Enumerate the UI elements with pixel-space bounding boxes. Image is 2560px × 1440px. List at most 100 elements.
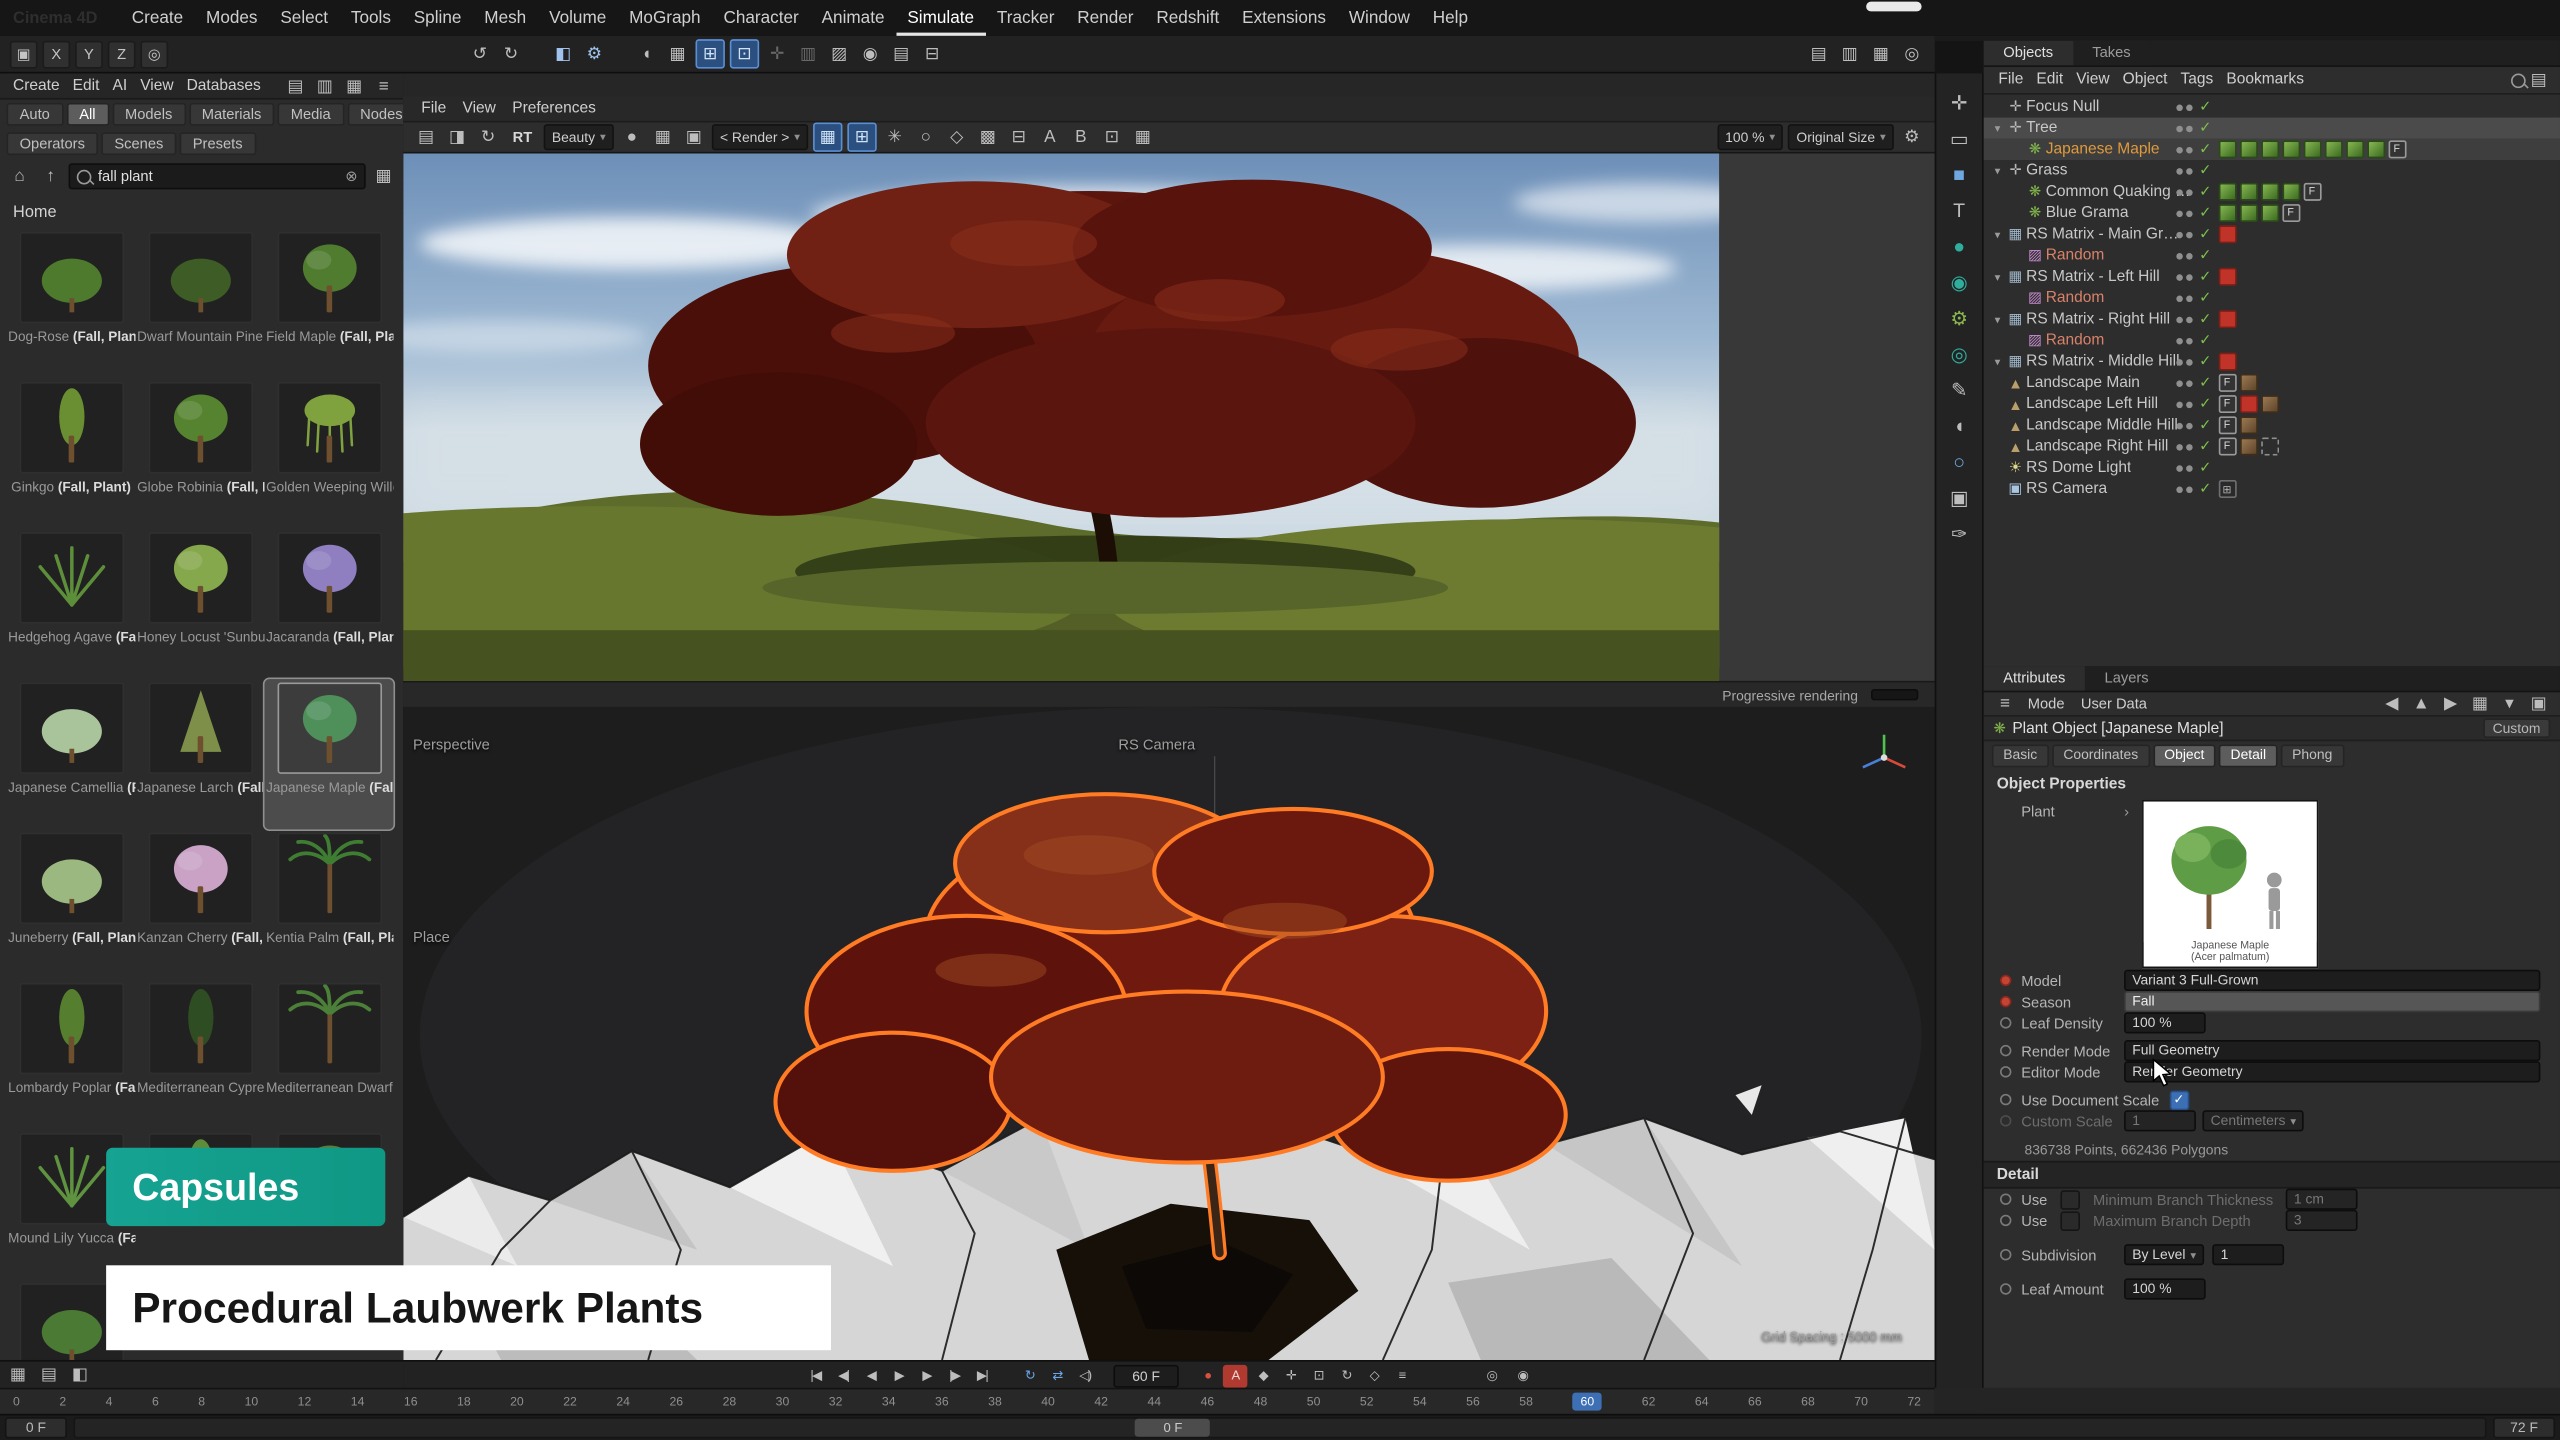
- render-visibility-dot[interactable]: [2186, 210, 2193, 217]
- timeline-tick[interactable]: 10: [245, 1394, 259, 1409]
- redshift-tag[interactable]: [2218, 353, 2236, 371]
- asset-tile-honey-locust-sunbur[interactable]: Honey Locust 'Sunbur...: [136, 529, 265, 679]
- objects-menu-bookmarks[interactable]: Bookmarks: [2220, 67, 2311, 93]
- editor-visibility-dot[interactable]: [2176, 167, 2183, 174]
- timeline-tick[interactable]: 48: [1254, 1394, 1268, 1409]
- material-chip[interactable]: [2260, 204, 2278, 222]
- objects-menu-view[interactable]: View: [2070, 67, 2116, 93]
- timeline-ruler[interactable]: 0246810121416182022242628303234363840424…: [0, 1388, 1935, 1414]
- beauty-dropdown[interactable]: Beauty▾: [544, 124, 614, 150]
- editor-visibility-dot[interactable]: [2176, 316, 2183, 323]
- assets-menu-ai[interactable]: AI: [106, 73, 134, 97]
- fit-icon[interactable]: ◇: [944, 124, 970, 150]
- globe-icon[interactable]: ◎: [1899, 41, 1925, 67]
- asset-tile-mediterranean-dwarf[interactable]: Mediterranean Dwarf ...: [264, 980, 393, 1130]
- material-chip[interactable]: [2345, 140, 2363, 158]
- leaf-density-field[interactable]: 100 %: [2124, 1012, 2206, 1033]
- sphere-icon[interactable]: ○: [1943, 446, 1976, 477]
- keyframe-dot[interactable]: [2000, 1215, 2011, 1226]
- menu-tracker[interactable]: Tracker: [986, 0, 1066, 36]
- half-icon[interactable]: ◧: [67, 1362, 93, 1388]
- denoise-icon[interactable]: ✳: [882, 124, 908, 150]
- timeline-tick[interactable]: 36: [935, 1394, 949, 1409]
- editor-visibility-dot[interactable]: [2176, 486, 2183, 493]
- goto-start-icon[interactable]: |◀: [803, 1364, 827, 1387]
- timeline-tick[interactable]: 34: [882, 1394, 896, 1409]
- timeline-tick[interactable]: 28: [723, 1394, 737, 1409]
- render-mode-dropdown[interactable]: Full Geometry: [2124, 1040, 2540, 1061]
- menu-window[interactable]: Window: [1337, 0, 1421, 36]
- collapse-icon[interactable]: ▾: [1990, 122, 2005, 135]
- menu-render[interactable]: Render: [1066, 0, 1145, 36]
- view-options-icon[interactable]: ▦: [371, 163, 397, 189]
- editor-visibility-dot[interactable]: [2176, 210, 2183, 217]
- asset-search-input[interactable]: [98, 168, 339, 184]
- render-visibility-dot[interactable]: [2186, 231, 2193, 238]
- cube-icon[interactable]: ■: [1943, 158, 1976, 189]
- render-visibility-dot[interactable]: [2186, 252, 2193, 259]
- render-dropdown[interactable]: < Render >▾: [712, 124, 808, 150]
- renderview-menu-view[interactable]: View: [454, 96, 504, 120]
- tab-takes[interactable]: Takes: [2073, 41, 2151, 65]
- timeline-tick[interactable]: 46: [1201, 1394, 1215, 1409]
- material-chip[interactable]: [2303, 140, 2321, 158]
- grid2-icon[interactable]: ▦: [1130, 124, 1156, 150]
- enabled-check-icon[interactable]: ✓: [2199, 162, 2211, 180]
- collider-icon[interactable]: ◎: [1943, 338, 1976, 369]
- asset-tile-juneberry[interactable]: Juneberry (Fall, Plant): [7, 829, 136, 979]
- menu-extensions[interactable]: Extensions: [1231, 0, 1338, 36]
- search-icon[interactable]: [2511, 73, 2526, 88]
- object-row-rs-camera[interactable]: ▣RS Camera✓⊞: [1984, 478, 2560, 499]
- material-chip[interactable]: [2282, 140, 2300, 158]
- asset-tile-globe-robinia[interactable]: Globe Robinia (Fall, Pl...: [136, 379, 265, 529]
- asset-tile-japanese-larch[interactable]: Japanese Larch (Fall, Pl...: [136, 679, 265, 829]
- editor-visibility-dot[interactable]: [2176, 252, 2183, 259]
- editor-visibility-dot[interactable]: [2176, 231, 2183, 238]
- object-row-random[interactable]: ▨Random✓: [1984, 330, 2560, 351]
- camera-tool-icon[interactable]: ▣: [1943, 482, 1976, 513]
- grid-icon[interactable]: ▦: [2467, 691, 2493, 717]
- menu-redshift[interactable]: Redshift: [1145, 0, 1231, 36]
- render-settings-icon[interactable]: ⚙: [581, 41, 607, 67]
- keyframe-dot[interactable]: [2000, 975, 2011, 986]
- object-row-focus-null[interactable]: ✛Focus Null✓: [1984, 96, 2560, 117]
- softbody-icon[interactable]: ⚙: [1943, 302, 1976, 333]
- grid-view-icon[interactable]: ▦: [341, 73, 367, 98]
- editor-visibility-dot[interactable]: [2176, 146, 2183, 153]
- assets-tab-auto[interactable]: Auto: [7, 103, 63, 126]
- object-row-grass[interactable]: ▾✛Grass✓: [1984, 160, 2560, 181]
- current-frame-field[interactable]: 60 F: [1113, 1364, 1178, 1387]
- material-chip[interactable]: [2282, 183, 2300, 201]
- material-chip[interactable]: [2218, 183, 2236, 201]
- mirror-icon[interactable]: ▥: [795, 41, 821, 67]
- attr-tab-detail[interactable]: Detail: [2219, 744, 2277, 767]
- assets-tab-scenes[interactable]: Scenes: [101, 132, 176, 155]
- leaf-amount-field[interactable]: 100 %: [2124, 1278, 2206, 1299]
- menu-mesh[interactable]: Mesh: [473, 0, 538, 36]
- f-tag[interactable]: F: [2218, 416, 2236, 434]
- editor-visibility-dot[interactable]: [2176, 189, 2183, 196]
- editor-visibility-dot[interactable]: [2176, 358, 2183, 365]
- range-icon[interactable]: ⇄: [1045, 1364, 1069, 1387]
- redshift-tag[interactable]: [2218, 268, 2236, 286]
- material-chip[interactable]: [2367, 140, 2385, 158]
- axis-y-button[interactable]: Y: [75, 40, 103, 68]
- material-ball-icon[interactable]: ●: [619, 124, 645, 150]
- f-tag[interactable]: F: [2282, 204, 2300, 222]
- thumb-view-icon[interactable]: ▤: [282, 73, 308, 98]
- goto-end-icon[interactable]: ▶|: [970, 1364, 994, 1387]
- tile-icon[interactable]: ⊞: [847, 122, 876, 151]
- autokey-button[interactable]: A: [1223, 1364, 1247, 1387]
- next-frame-icon[interactable]: ▶: [914, 1364, 938, 1387]
- move-tool-icon[interactable]: ✛: [1943, 87, 1976, 118]
- attr-tab-coordinates[interactable]: Coordinates: [2052, 744, 2150, 767]
- material-chip[interactable]: [2239, 204, 2257, 222]
- timeline-tick[interactable]: 52: [1360, 1394, 1374, 1409]
- record-parameter-icon[interactable]: ◇: [1362, 1364, 1386, 1387]
- material-chip[interactable]: [2239, 183, 2257, 201]
- f-tag[interactable]: F: [2218, 374, 2236, 392]
- range-track[interactable]: 0 F: [73, 1417, 2486, 1438]
- compare-icon[interactable]: ◨: [444, 124, 470, 150]
- next-key-icon[interactable]: |▶: [942, 1364, 966, 1387]
- keyframe-dot[interactable]: [2000, 1193, 2011, 1204]
